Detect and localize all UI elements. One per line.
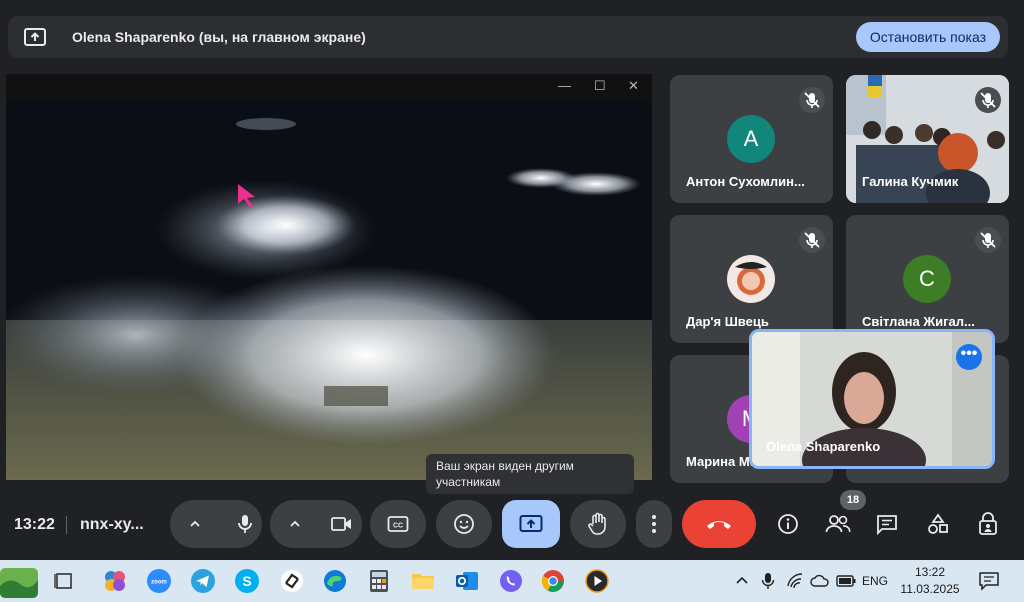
participant-tile[interactable]: Галина Кучмик [846, 75, 1009, 203]
reactions-button[interactable] [436, 500, 492, 548]
leave-call-button[interactable] [682, 500, 756, 548]
presenter-label: Olena Shaparenko (вы, на главном экране) [72, 29, 366, 45]
meeting-code: nnx-xy... [80, 516, 144, 533]
meeting-details-button[interactable] [768, 504, 808, 544]
participant-name: Антон Сухомлин... [686, 174, 805, 189]
meeting-time: 13:22 [14, 516, 55, 533]
raise-hand-button[interactable] [570, 500, 626, 548]
clock-time: 13:22 [914, 565, 946, 579]
divider [66, 516, 67, 534]
host-controls-button[interactable] [968, 504, 1008, 544]
cloud-icon[interactable] [810, 573, 830, 589]
microphone-icon[interactable] [760, 572, 776, 590]
battery-icon[interactable] [836, 573, 856, 589]
telegram-icon[interactable] [191, 569, 215, 593]
present-screen-button[interactable] [502, 500, 560, 548]
self-name: Olena Shaparenko [766, 439, 881, 454]
present-screen-icon [519, 515, 543, 532]
more-options-button[interactable] [636, 500, 672, 548]
mic-muted-icon [799, 87, 825, 113]
svg-text:CC: CC [393, 523, 403, 530]
svg-text:S: S [242, 573, 251, 589]
hand-icon [588, 512, 606, 535]
lock-person-icon [979, 512, 997, 535]
shapes-icon [928, 513, 948, 534]
captions-button[interactable]: CC [370, 500, 426, 548]
system-clock[interactable]: 13:22 11.03.2025 [900, 564, 960, 598]
video-options-button[interactable] [270, 500, 316, 548]
mic-muted-icon [975, 227, 1001, 253]
copilot-icon[interactable] [103, 569, 127, 593]
participant-name: Дар'я Швець [686, 314, 769, 329]
chat-icon [877, 515, 897, 535]
chevron-up-icon[interactable] [734, 573, 750, 589]
chevron-up-icon [190, 520, 200, 527]
closed-captions-icon: CC [387, 516, 409, 532]
avatar: А [727, 115, 775, 163]
more-options-button[interactable]: ••• [956, 344, 982, 370]
people-button[interactable] [818, 504, 858, 544]
camera-icon [331, 517, 351, 531]
viber-icon[interactable] [499, 569, 523, 593]
participant-tile[interactable]: С Світлана Жигал... [846, 215, 1009, 343]
activities-button[interactable] [918, 504, 958, 544]
chrome-icon[interactable] [541, 569, 565, 593]
more-vert-icon [652, 515, 656, 533]
weather-widget-icon[interactable] [0, 568, 38, 598]
svg-text:zoom: zoom [151, 580, 167, 586]
mic-muted-icon [799, 227, 825, 253]
chevron-up-icon [290, 520, 300, 527]
skype-icon[interactable]: S [235, 569, 259, 593]
participant-tile[interactable]: А Антон Сухомлин... [670, 75, 833, 203]
microphone-icon [238, 515, 252, 533]
outlook-icon[interactable] [455, 569, 479, 593]
participant-tile[interactable]: Дар'я Швець [670, 215, 833, 343]
avatar: С [903, 255, 951, 303]
media-player-icon[interactable] [585, 569, 609, 593]
shared-screen-video: — ☐ ✕ [6, 74, 652, 480]
mic-muted-icon [975, 87, 1001, 113]
phone-hangup-icon [707, 521, 731, 529]
audio-options-button[interactable] [170, 500, 216, 548]
sync-app-icon[interactable] [280, 569, 304, 593]
participant-name: Світлана Жигал... [862, 314, 975, 329]
video-frame [6, 100, 652, 480]
calculator-icon[interactable] [367, 569, 391, 593]
wifi-icon[interactable] [786, 572, 804, 590]
windows-taskbar: zoom S ENG 13:22 11.03.2025 [0, 560, 1024, 602]
emoji-icon [454, 514, 474, 534]
notifications-icon[interactable] [978, 571, 1000, 591]
share-tooltip: Ваш экран виден другим участникам [426, 454, 634, 494]
info-icon [778, 514, 798, 534]
task-view-icon[interactable] [52, 569, 76, 593]
present-screen-icon [24, 28, 46, 46]
mic-control-group [170, 500, 262, 548]
microphone-button[interactable] [216, 500, 262, 548]
people-icon [825, 515, 851, 533]
maximize-icon: ☐ [594, 78, 606, 93]
minimize-icon: — [558, 78, 571, 93]
camera-control-group [270, 500, 362, 548]
input-language[interactable]: ENG [862, 574, 888, 588]
chat-button[interactable] [867, 504, 907, 544]
close-icon: ✕ [628, 78, 639, 93]
presenting-banner: Olena Shaparenko (вы, на главном экране)… [8, 16, 1008, 58]
self-view-tile[interactable]: ••• Olena Shaparenko [749, 329, 995, 469]
participant-name: Галина Кучмик [862, 174, 959, 189]
file-explorer-icon[interactable] [411, 569, 435, 593]
avatar [727, 255, 775, 303]
clock-date: 11.03.2025 [900, 582, 960, 596]
zoom-icon[interactable]: zoom [147, 569, 171, 593]
edge-icon[interactable] [323, 569, 347, 593]
shared-window-titlebar: — ☐ ✕ [6, 74, 652, 100]
camera-button[interactable] [316, 500, 362, 548]
stop-presenting-button[interactable]: Остановить показ [855, 22, 1000, 52]
